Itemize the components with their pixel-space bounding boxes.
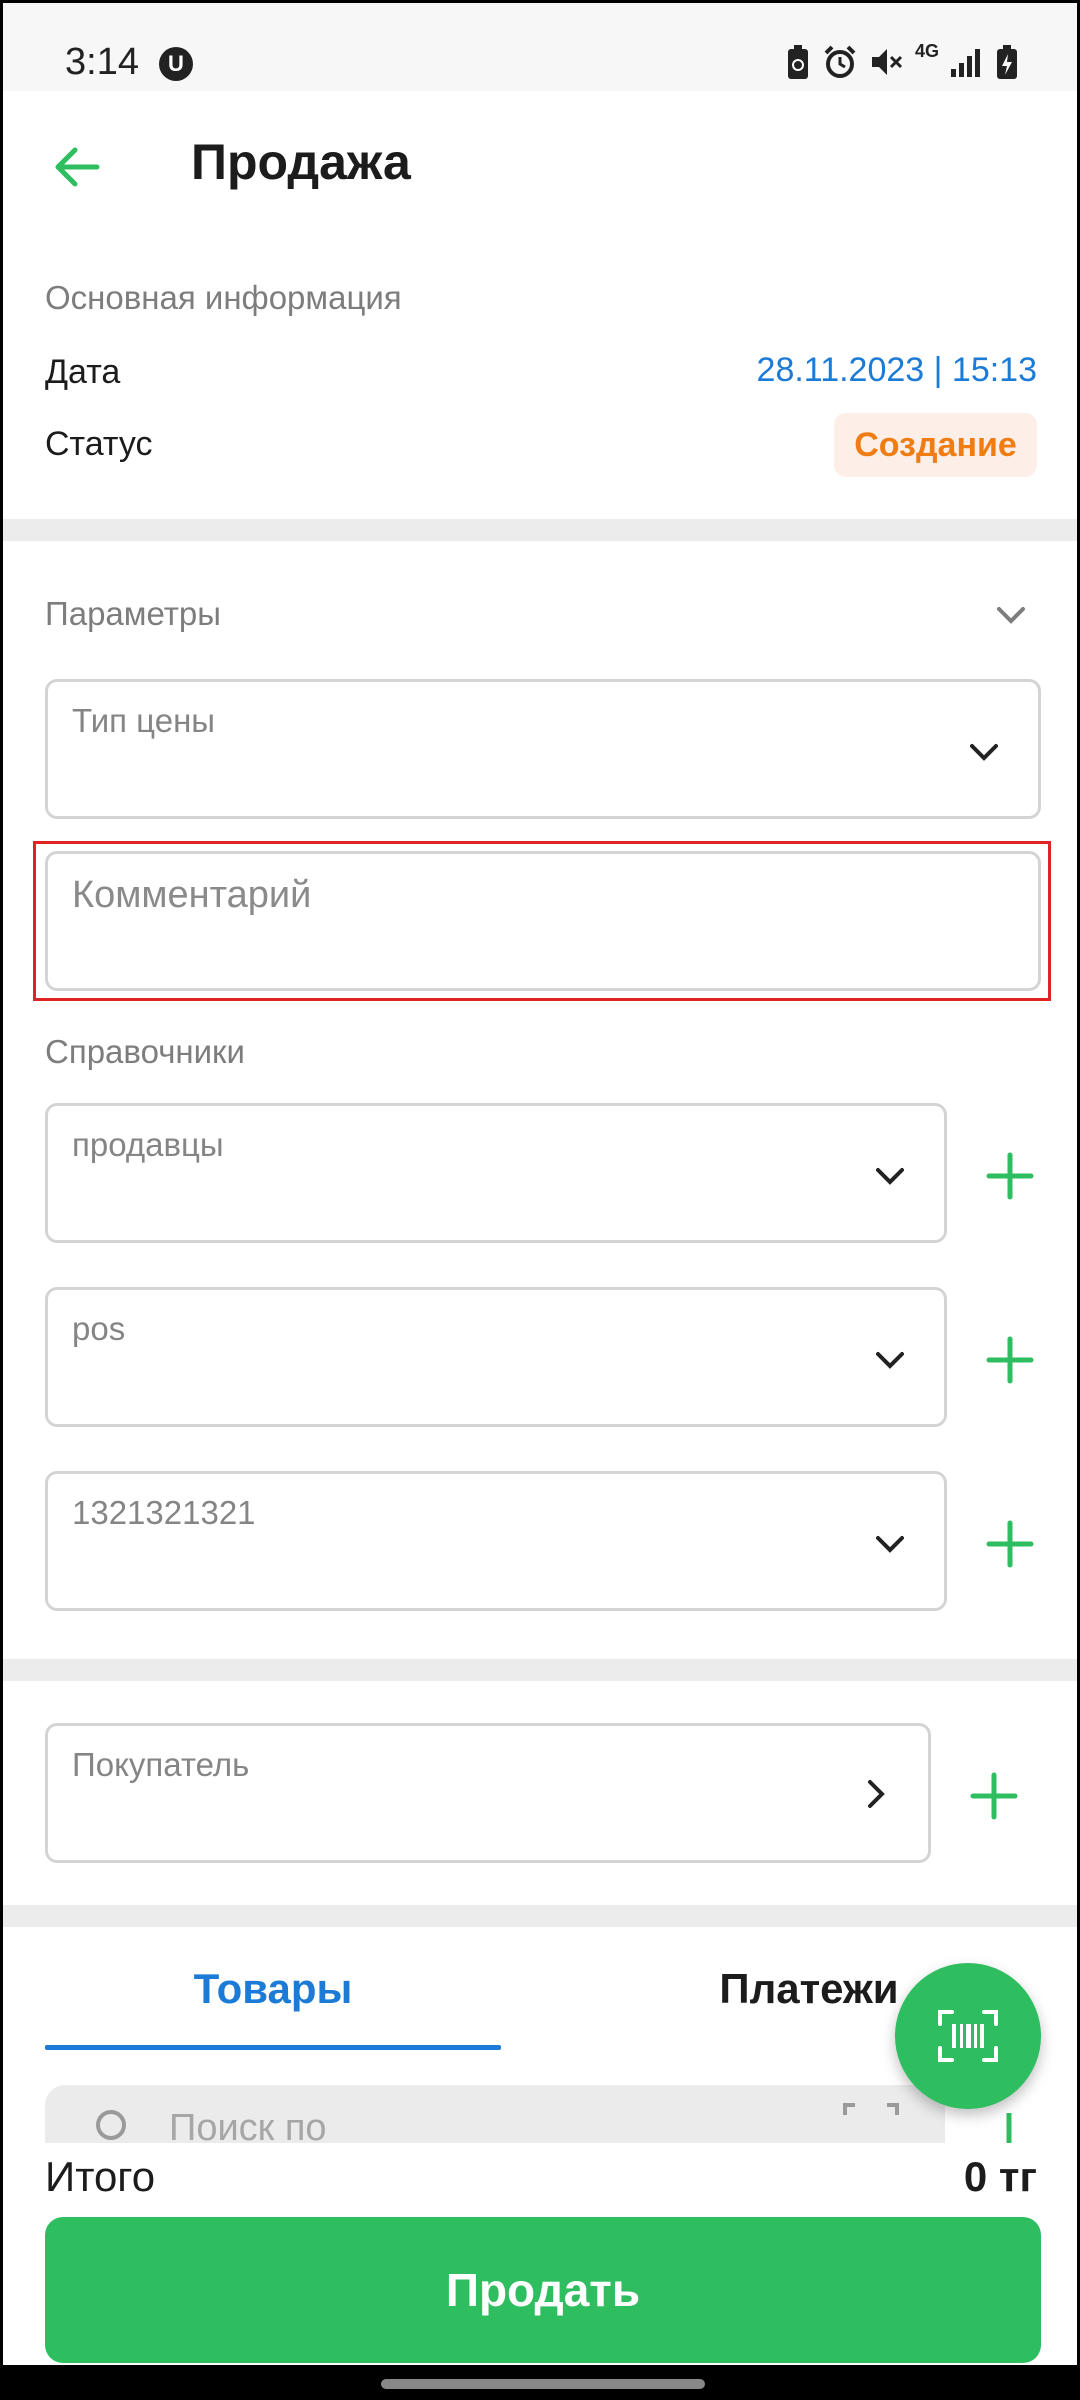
signal-icon <box>951 49 980 77</box>
comment-placeholder: Комментарий <box>72 874 312 916</box>
search-input[interactable]: Поиск по <box>45 2085 945 2149</box>
date-value[interactable]: 28.11.2023 | 15:13 <box>757 351 1037 390</box>
home-gesture-handle[interactable] <box>381 2379 705 2389</box>
total-label: Итого <box>45 2153 156 2200</box>
add-directory-3-plus-icon[interactable] <box>985 1519 1035 1569</box>
chevron-right-icon <box>868 1780 885 1808</box>
network-4g-icon: 4G <box>915 41 940 61</box>
buyer-select[interactable]: Покупатель <box>45 1723 931 1863</box>
status-label: Статус <box>45 425 153 463</box>
battery-charging-icon <box>997 45 1017 79</box>
divider <box>3 1659 1077 1681</box>
chevron-down-icon[interactable] <box>989 593 1033 637</box>
arrow-left-icon[interactable] <box>49 139 105 195</box>
basic-info-section-label: Основная информация <box>45 279 402 316</box>
screen: 3:14 U 4G Продажа Основная информация Да… <box>0 0 1080 2400</box>
add-buyer-plus-icon[interactable] <box>969 1771 1019 1821</box>
price-type-select[interactable]: Тип цены <box>45 679 1041 819</box>
directories-section-label: Справочники <box>45 1033 245 1070</box>
sellers-select[interactable]: продавцы <box>45 1103 947 1243</box>
divider <box>3 1905 1077 1927</box>
add-seller-plus-icon[interactable] <box>985 1151 1035 1201</box>
buyer-label: Покупатель <box>72 1746 250 1783</box>
directory-select-3[interactable]: 1321321321 <box>45 1471 947 1611</box>
pos-label: pos <box>72 1310 126 1347</box>
date-label: Дата <box>45 353 121 391</box>
chevron-down-icon <box>876 1168 904 1185</box>
price-type-label: Тип цены <box>72 702 216 739</box>
directory-3-label: 1321321321 <box>72 1494 256 1531</box>
u-icon: U <box>159 47 193 81</box>
chevron-down-icon <box>876 1536 904 1553</box>
divider <box>3 519 1077 541</box>
chevron-down-icon <box>876 1352 904 1369</box>
sell-button[interactable]: Продать <box>45 2217 1041 2363</box>
pos-select[interactable]: pos <box>45 1287 947 1427</box>
barcode-scan-icon <box>938 2010 998 2062</box>
status-badge: Создание <box>834 413 1037 477</box>
tab-active-indicator <box>45 2045 501 2050</box>
tab-products[interactable]: Товары <box>45 1965 501 2013</box>
barcode-scan-icon[interactable] <box>841 2101 901 2145</box>
recycle-battery-icon <box>788 45 808 79</box>
comment-field[interactable]: Комментарий <box>45 851 1041 991</box>
alarm-icon <box>824 45 856 78</box>
add-pos-plus-icon[interactable] <box>985 1335 1035 1385</box>
chevron-down-icon <box>970 744 998 761</box>
parameters-section-label: Параметры <box>45 595 221 632</box>
total-value: 0 тг <box>963 2153 1037 2200</box>
page-title: Продажа <box>191 134 411 190</box>
scan-barcode-button[interactable] <box>895 1963 1041 2109</box>
mute-icon <box>872 49 903 75</box>
sellers-label: продавцы <box>72 1126 224 1163</box>
status-time: 3:14 <box>65 41 139 83</box>
